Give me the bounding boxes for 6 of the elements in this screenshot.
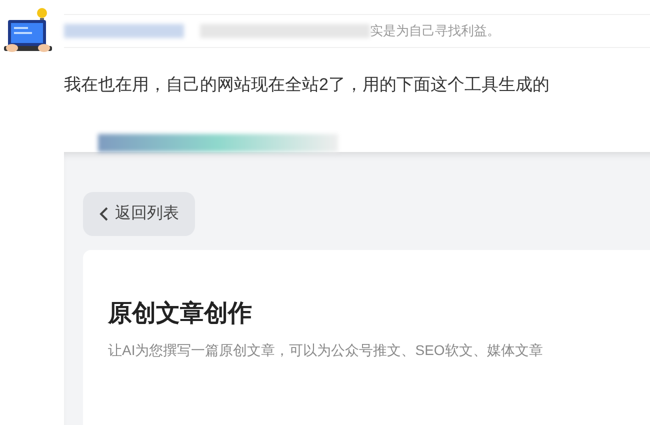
- page-title: 原创文章创作: [108, 298, 252, 328]
- comment-text: 我在也在用，自己的网站现在全站2了，用的下面这个工具生成的: [64, 74, 550, 96]
- page-description: 让AI为您撰写一篇原创文章，可以为公众号推文、SEO软文、媒体文章: [108, 340, 543, 360]
- back-button[interactable]: 返回列表: [83, 192, 195, 236]
- quote-text: 实是为自己寻找利益。: [370, 22, 500, 40]
- chevron-left-icon: [99, 206, 109, 220]
